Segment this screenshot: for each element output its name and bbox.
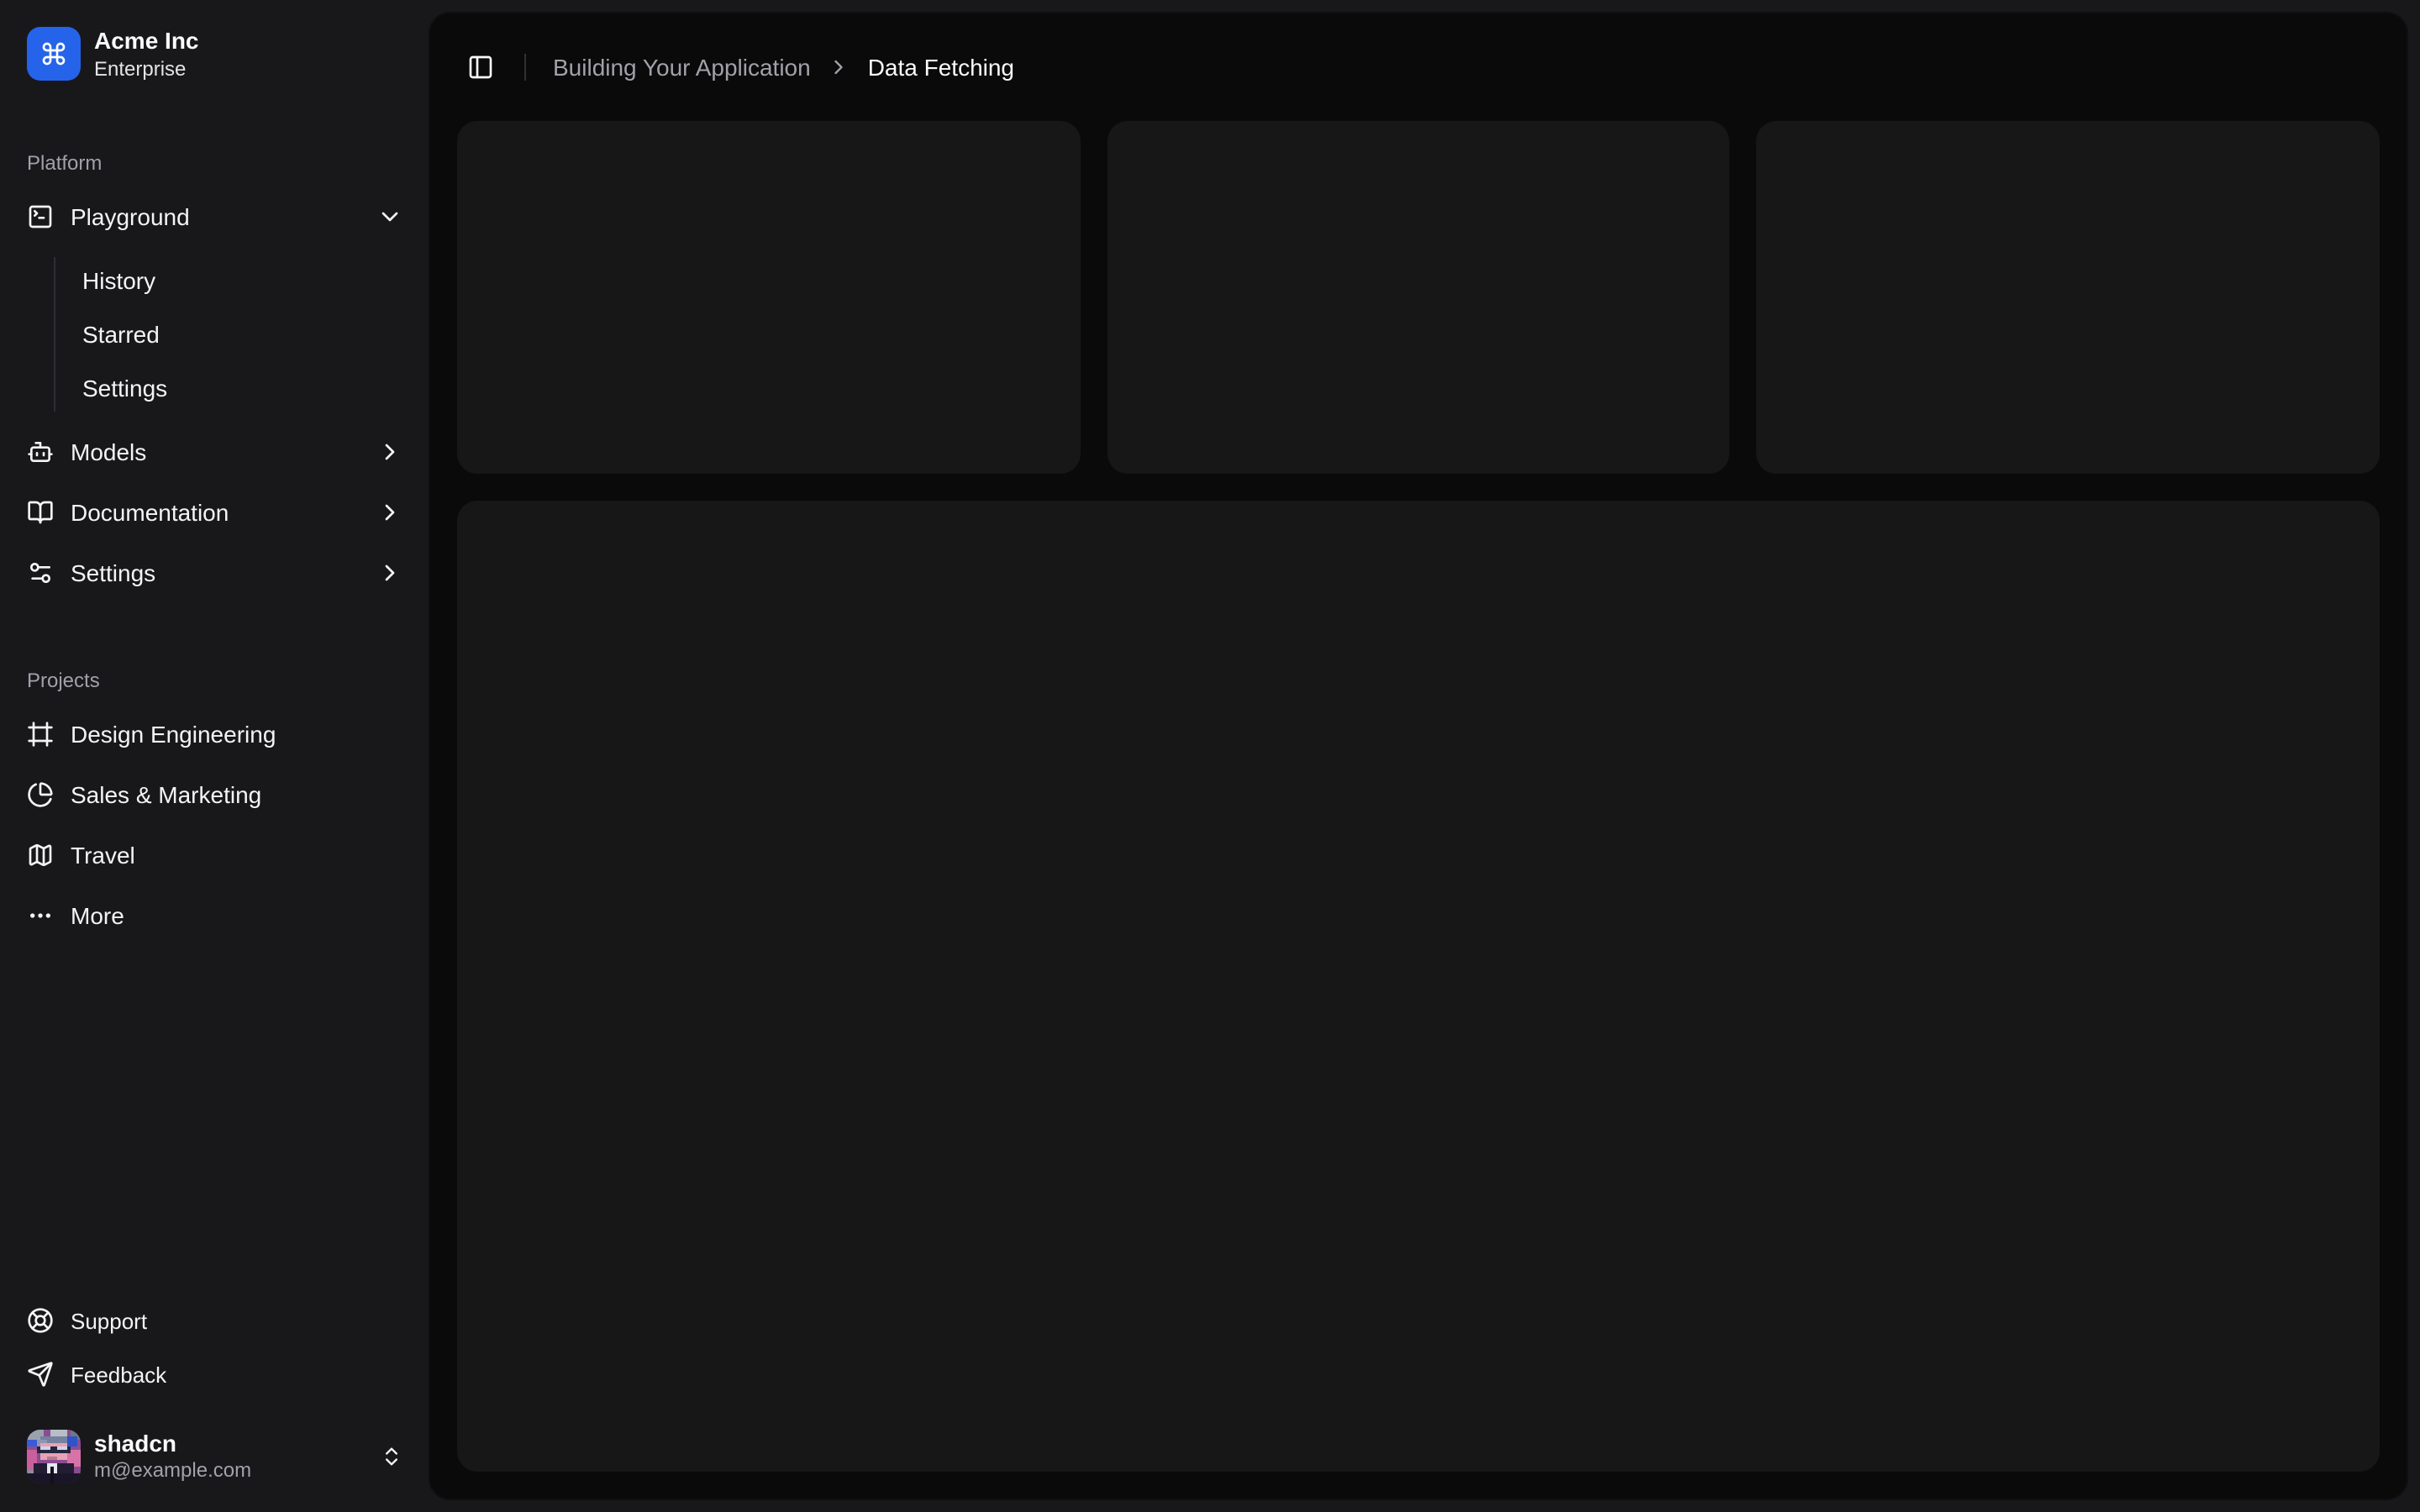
sidebar-item-travel[interactable]: Travel (13, 827, 417, 881)
main-header: Building Your Application Data Fetching (430, 13, 2407, 121)
bot-icon (28, 441, 53, 461)
breadcrumb-separator-icon (828, 55, 851, 79)
app-window: Acme Inc Enterprise Platform Playground … (0, 0, 2420, 1512)
sidebar-group-label: Projects (27, 668, 100, 691)
sliders-icon (29, 562, 50, 582)
platform-menu: Playground History Starred Settings Mode… (13, 189, 417, 599)
book-open-icon (28, 500, 53, 523)
sidebar-item-models[interactable]: Models (13, 424, 417, 478)
sidebar-item-label: Feedback (71, 1362, 167, 1388)
placeholder-card (457, 121, 1081, 474)
sidebar-toggle-button[interactable] (457, 44, 504, 91)
sidebar-item-settings[interactable]: Settings (13, 545, 417, 599)
sidebar-item-label: Playground (71, 202, 190, 229)
sidebar-subitem-label: Settings (82, 374, 168, 401)
placeholder-card (1756, 121, 2380, 474)
sidebar-item-label: Design Engineering (71, 720, 276, 747)
breadcrumb-parent[interactable]: Building Your Application (553, 54, 811, 81)
breadcrumb: Building Your Application Data Fetching (553, 54, 1014, 81)
sidebar-item-label: Support (71, 1308, 148, 1334)
pie-chart-icon (28, 781, 53, 806)
header-divider (524, 54, 526, 81)
life-buoy-icon (28, 1308, 53, 1334)
sidebar-item-label: Models (71, 438, 147, 465)
chevron-right-icon (376, 559, 403, 585)
sidebar-group-projects: Projects Design Engineering Sales & Mark… (13, 653, 417, 942)
sidebar-item-playground[interactable]: Playground (13, 189, 417, 243)
sidebar-item-feedback[interactable]: Feedback (13, 1351, 417, 1398)
team-name: Acme Inc (94, 27, 199, 54)
team-switcher[interactable]: Acme Inc Enterprise (13, 13, 417, 95)
ellipsis-icon (30, 912, 50, 917)
sidebar-subitem-history[interactable]: History (69, 256, 417, 303)
sidebar-subitem-label: Starred (82, 320, 160, 347)
sidebar-item-documentation[interactable]: Documentation (13, 485, 417, 538)
chevron-right-icon (376, 438, 403, 465)
breadcrumb-current: Data Fetching (867, 54, 1015, 81)
command-icon (27, 27, 81, 81)
sidebar-group-label: Platform (27, 150, 103, 174)
sidebar-item-support[interactable]: Support (13, 1297, 417, 1344)
sidebar-item-more[interactable]: More (13, 888, 417, 942)
sidebar: Acme Inc Enterprise Platform Playground … (0, 0, 430, 1512)
placeholder-card (1107, 121, 1730, 474)
team-plan: Enterprise (94, 56, 187, 80)
sidebar-item-label: Settings (71, 559, 156, 585)
user-name: shadcn (94, 1430, 177, 1457)
user-email: m@example.com (94, 1458, 252, 1483)
placeholder-cards-row (457, 121, 2380, 474)
user-menu[interactable]: shadcn m@example.com (13, 1415, 417, 1499)
chevron-down-icon (376, 202, 403, 229)
content-area (430, 121, 2407, 1499)
secondary-menu: Support Feedback (13, 1297, 417, 1398)
sidebar-subitem-label: History (82, 266, 156, 293)
sidebar-subitem-settings[interactable]: Settings (69, 364, 417, 411)
panel-left-icon (469, 55, 492, 79)
placeholder-panel (457, 501, 2380, 1472)
sidebar-item-label: Travel (71, 841, 135, 868)
avatar (27, 1430, 81, 1484)
square-terminal-icon (29, 204, 52, 228)
team-meta: Acme Inc Enterprise (94, 27, 199, 81)
sidebar-item-label: Documentation (71, 498, 229, 525)
frame-icon (28, 721, 53, 746)
chevron-right-icon (376, 498, 403, 525)
user-meta: shadcn m@example.com (94, 1428, 251, 1485)
send-icon (28, 1362, 53, 1388)
sidebar-subitem-starred[interactable]: Starred (69, 310, 417, 357)
main-panel: Building Your Application Data Fetching (430, 13, 2407, 1499)
sidebar-item-sales-marketing[interactable]: Sales & Marketing (13, 767, 417, 821)
playground-submenu: History Starred Settings (54, 256, 417, 411)
chevrons-up-down-icon (380, 1445, 403, 1468)
sidebar-group-platform: Platform Playground History Starred Sett… (13, 135, 417, 599)
sidebar-footer: Support Feedback shadcn m@example.com (13, 1297, 417, 1499)
sidebar-item-label: Sales & Marketing (71, 780, 262, 807)
sidebar-item-label: More (71, 901, 124, 928)
projects-menu: Design Engineering Sales & Marketing Tra… (13, 706, 417, 942)
sidebar-item-design-engineering[interactable]: Design Engineering (13, 706, 417, 760)
map-icon (29, 843, 52, 866)
